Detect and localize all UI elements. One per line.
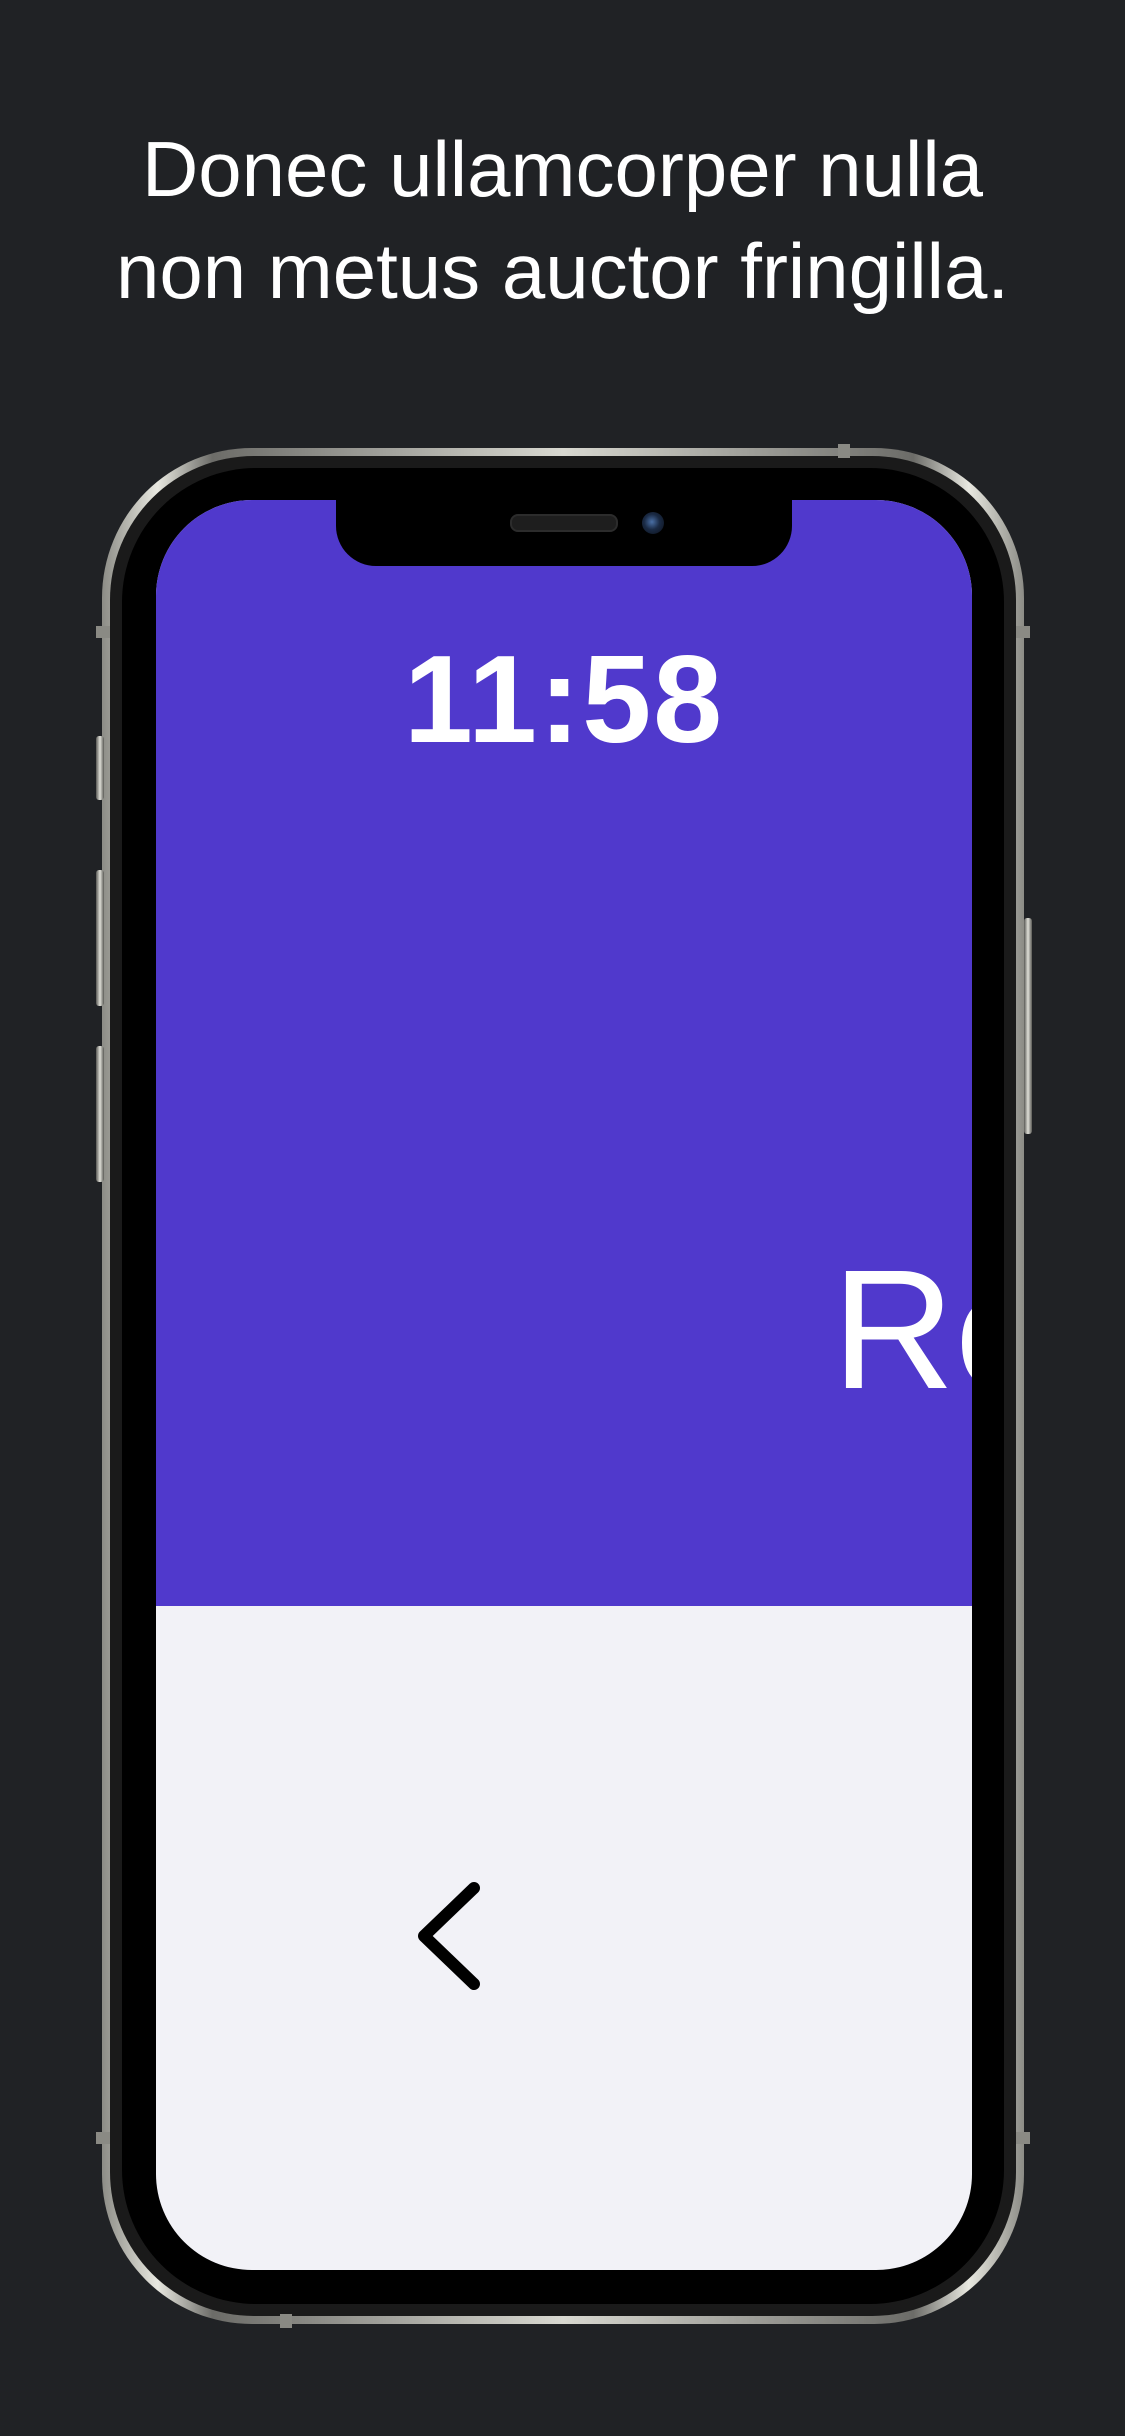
phone-screen: 11:58 Re bbox=[156, 500, 972, 2270]
headline-line-2: non metus auctor fringilla. bbox=[115, 227, 1010, 315]
antenna-band bbox=[1016, 626, 1030, 638]
antenna-band bbox=[1016, 2132, 1030, 2144]
notch bbox=[336, 500, 792, 566]
volume-up-button bbox=[96, 870, 104, 1006]
chevron-left-icon[interactable] bbox=[396, 1866, 516, 2006]
antenna-band bbox=[838, 444, 850, 458]
status-bar-time: 11:58 bbox=[403, 631, 725, 769]
header-panel: 11:58 Re bbox=[156, 500, 972, 1606]
antenna-band bbox=[280, 2314, 292, 2328]
power-button bbox=[1024, 918, 1032, 1134]
mute-switch bbox=[96, 736, 104, 800]
antenna-band bbox=[96, 626, 110, 638]
hero-title: Re bbox=[832, 1235, 972, 1425]
marketing-headline: Donec ullamcorper nulla non metus auctor… bbox=[0, 118, 1125, 322]
antenna-band bbox=[96, 2132, 110, 2144]
headline-line-1: Donec ullamcorper nulla bbox=[141, 125, 984, 213]
earpiece-speaker bbox=[510, 514, 618, 532]
volume-down-button bbox=[96, 1046, 104, 1182]
front-camera bbox=[642, 512, 664, 534]
